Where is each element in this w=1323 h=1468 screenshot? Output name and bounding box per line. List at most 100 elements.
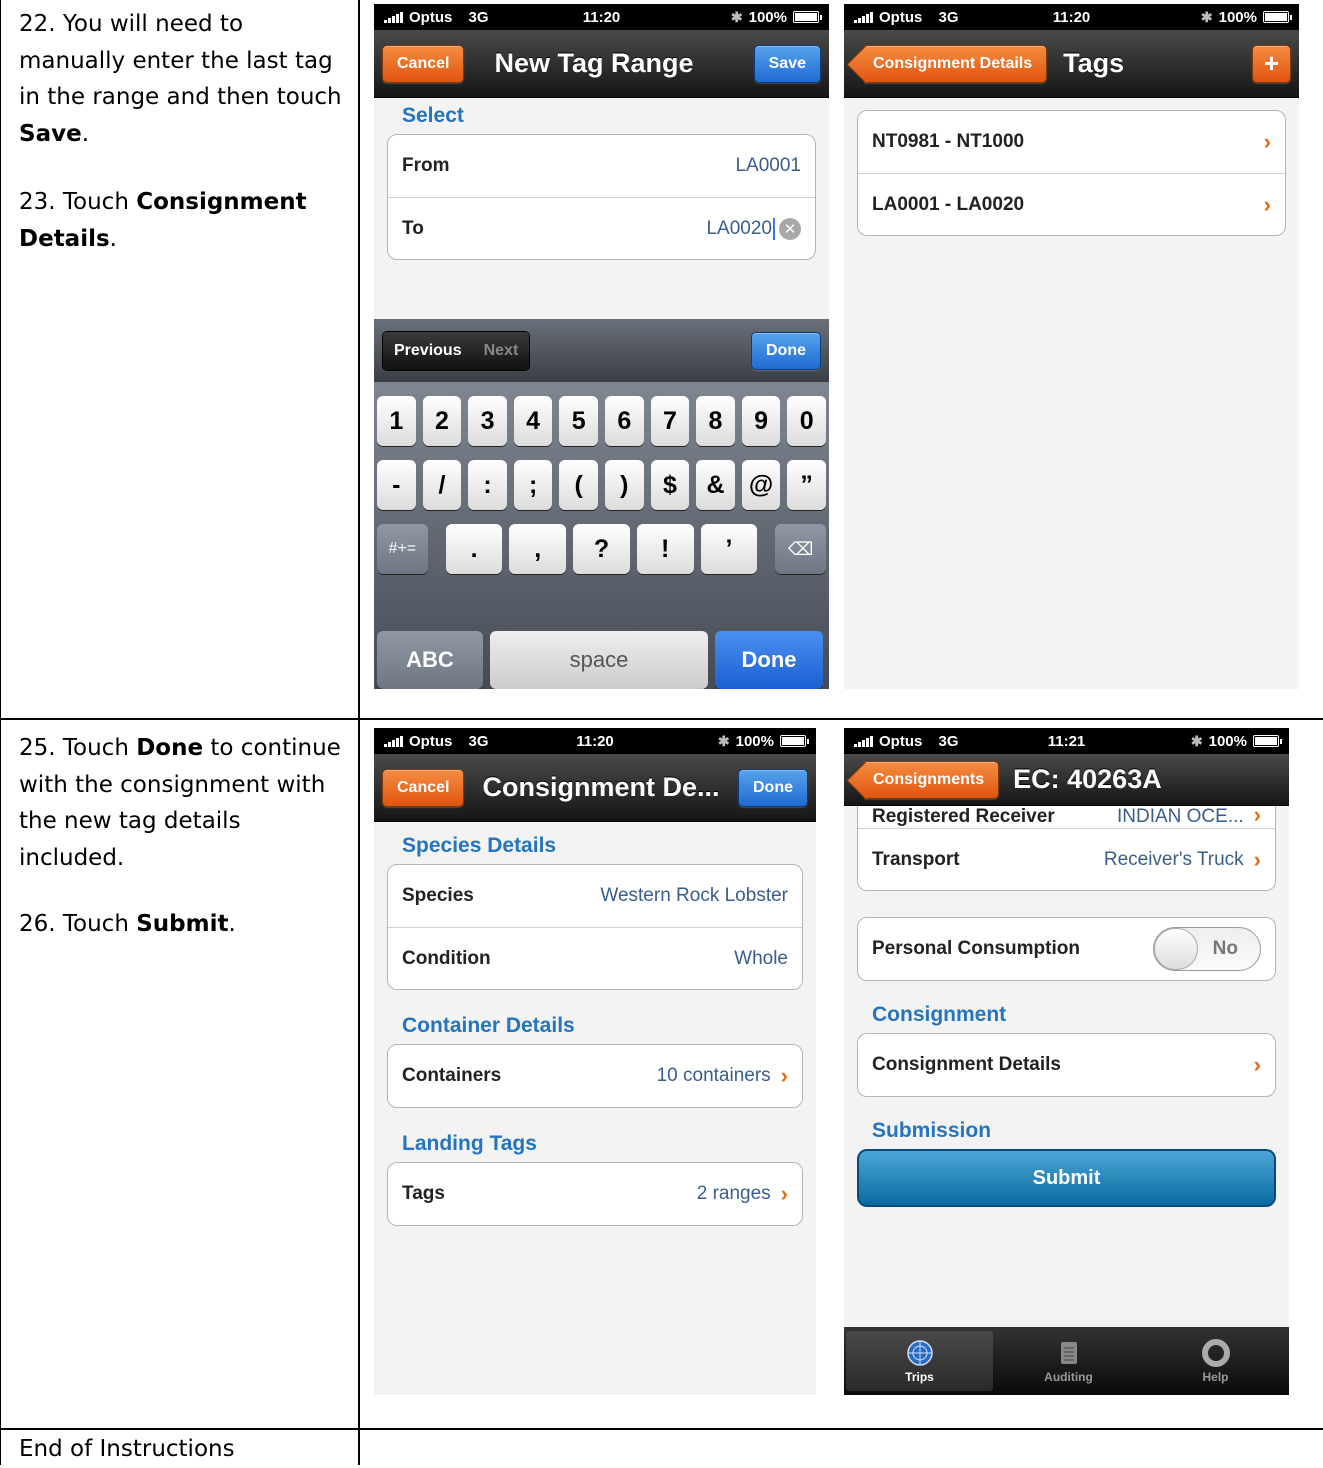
space-key[interactable]: space [490,631,708,689]
key[interactable]: ( [559,460,598,510]
notepad-icon [1060,1341,1077,1364]
status-bar: Optus 3G 11:20 ✱ 100% [844,4,1299,30]
previous-button[interactable]: Previous [383,331,473,370]
save-button[interactable]: Save [753,44,821,83]
tab-help[interactable]: Help [1142,1327,1289,1395]
key[interactable]: $ [650,460,690,510]
containers-row[interactable]: Containers 10 containers › [388,1045,802,1107]
next-button[interactable]: Next [472,331,530,370]
bluetooth-icon: ✱ [717,732,730,749]
page-title: Tags [1063,48,1125,78]
table-divider-row2 [0,1428,1323,1430]
table-divider-row1 [0,718,1323,720]
screen-consignment-details: Optus 3G 11:20 ✱ 100% Cancel Consignment … [374,728,816,1395]
key[interactable]: 2 [422,396,462,446]
tag-range-form: From LA0001 To LA0020 ✕ [387,134,816,260]
key[interactable]: 0 [787,396,826,446]
cancel-button[interactable]: Cancel [382,44,465,83]
key[interactable]: 5 [559,396,598,446]
list-item[interactable]: NT0981 - NT1000 › [858,111,1285,173]
key[interactable]: 6 [605,396,644,446]
key[interactable]: ; [513,460,553,510]
done-button[interactable]: Done [738,768,808,807]
key[interactable]: 9 [741,396,781,446]
battery-icon [793,11,822,23]
key[interactable]: & [696,460,735,510]
key[interactable]: - [377,460,416,510]
key-row-symbols: - / : ; ( ) $ & @ ” [377,460,826,510]
key-row-punctuation: #+= . , ? ! ’ ⌫ [376,524,827,574]
status-bar: Optus 3G 11:21 ✱ 100% [844,728,1289,754]
tab-trips[interactable]: Trips [846,1331,993,1391]
species-group: Species Western Rock Lobster Condition Who… [387,864,803,990]
species-row[interactable]: Species Western Rock Lobster [388,865,802,927]
bluetooth-icon: ✱ [1190,732,1203,749]
key[interactable]: 3 [468,396,507,446]
list-item[interactable]: LA0001 - LA0020 › [858,173,1285,235]
key[interactable]: 8 [696,396,735,446]
key[interactable]: 7 [650,396,690,446]
key[interactable]: : [468,460,507,510]
tab-auditing[interactable]: Auditing [995,1327,1142,1395]
tags-list-area: NT0981 - NT1000 › LA0001 - LA0020 › [844,98,1299,689]
key[interactable]: ! [636,524,694,574]
clear-icon[interactable]: ✕ [779,217,801,240]
key[interactable]: 4 [513,396,553,446]
battery-icon [1263,11,1292,23]
consignment-details-back-button[interactable]: Consignment Details [864,44,1048,83]
key[interactable]: , [509,524,567,574]
key[interactable]: ) [605,460,644,510]
registered-receiver-row[interactable]: Registered Receiver INDIAN OCE... › [858,806,1275,828]
consignment-form: Species Details Species Western Rock Lobs… [374,822,816,1395]
from-field[interactable]: From LA0001 [388,135,815,197]
condition-row[interactable]: Condition Whole [388,927,802,989]
section-container-details: Container Details [402,1014,575,1037]
tag-range-list: NT0981 - NT1000 › LA0001 - LA0020 › [857,110,1286,236]
symbols-key[interactable]: #+= [376,524,428,574]
key[interactable]: . [445,524,503,574]
key[interactable]: 1 [377,396,416,446]
consignment-details-row[interactable]: Consignment Details › [858,1034,1275,1096]
keyboard-accessory-bar: Previous Next Done [374,319,829,382]
transport-row[interactable]: Transport Receiver's Truck › [858,828,1275,890]
key[interactable]: / [422,460,462,510]
signal-icon [854,735,873,747]
done-button[interactable]: Done [751,331,821,370]
key-area: 1 2 3 4 5 6 7 8 9 0 - / : ; ( ) $ & @ ” … [374,382,829,596]
tab-bar: Trips Auditing Help [844,1327,1289,1395]
key[interactable]: ” [787,460,826,510]
key[interactable]: ’ [700,524,758,574]
add-icon[interactable]: + [1251,44,1291,83]
table-border-left [0,0,1,1465]
battery-icon [1253,735,1282,747]
personal-consumption-group: Personal Consumption No [857,917,1276,981]
key-row-numbers: 1 2 3 4 5 6 7 8 9 0 [377,396,826,446]
to-field[interactable]: To LA0020 ✕ [388,197,815,259]
personal-consumption-toggle[interactable]: No [1153,927,1261,971]
tags-row[interactable]: Tags 2 ranges › [388,1163,802,1225]
section-landing-tags: Landing Tags [402,1132,537,1155]
instruction-step-22: 22. You will need to manually enter the … [19,11,342,147]
key-row-bottom: ABC space Done [374,631,829,689]
signal-icon [854,11,873,23]
section-submission: Submission [872,1119,992,1142]
abc-key[interactable]: ABC [377,631,483,689]
signal-icon [384,735,403,747]
section-consignment: Consignment [872,1003,1007,1026]
backspace-icon[interactable]: ⌫ [775,524,827,574]
instruction-step-26: 26. Touch Submit. [19,911,236,937]
radar-icon [906,1339,933,1366]
consignments-back-button[interactable]: Consignments [864,760,1000,799]
signal-icon [384,11,403,23]
done-key[interactable]: Done [715,631,823,689]
cancel-button[interactable]: Cancel [382,768,465,807]
chevron-right-icon: › [780,1181,788,1206]
page-title: New Tag Range [494,48,694,78]
key[interactable]: @ [741,460,781,510]
status-bar: Optus 3G 11:20 ✱ 100% [374,4,829,30]
nav-bar: Cancel New Tag Range Save [374,30,829,98]
lifebuoy-icon [1201,1338,1230,1367]
instruction-step-23: 23. Touch Consignment Details. [19,189,307,252]
key[interactable]: ? [573,524,630,574]
submit-button[interactable]: Submit [857,1149,1276,1207]
